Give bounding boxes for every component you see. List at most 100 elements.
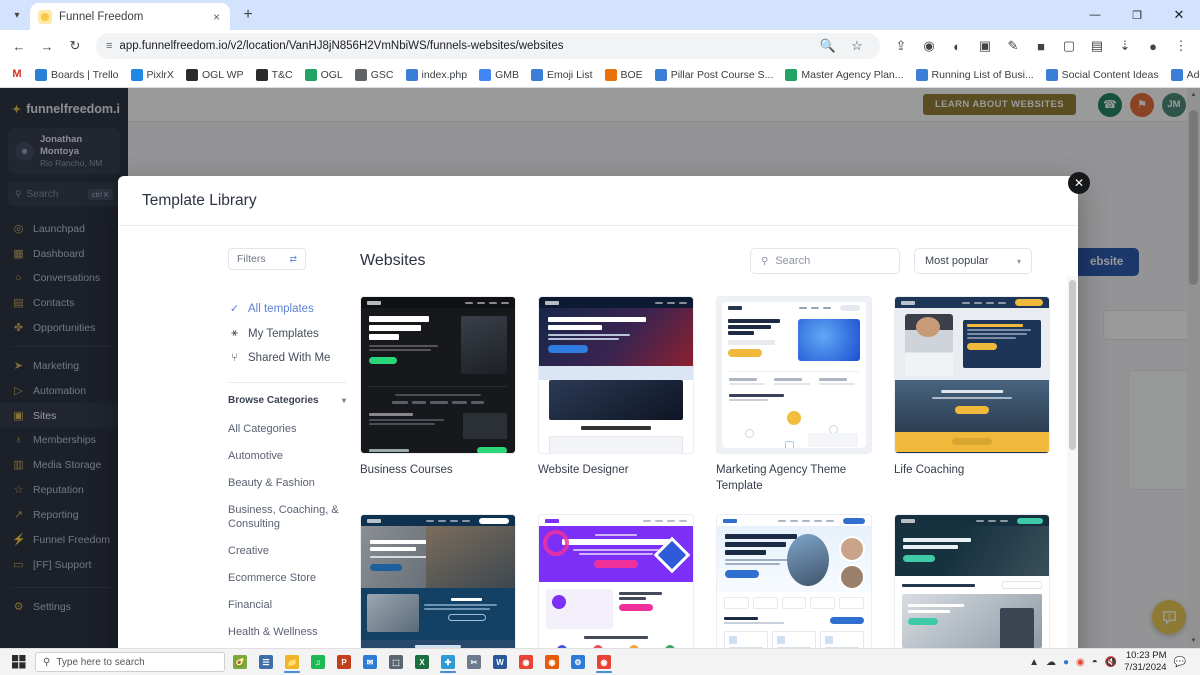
bookmark-item[interactable]: Master Agency Plan... (780, 67, 908, 83)
template-card[interactable]: Website Designer (538, 296, 694, 494)
chrome-active-icon[interactable]: ◉ (592, 651, 616, 673)
bookmark-item[interactable]: T&C (251, 67, 298, 83)
category-item[interactable]: Financial (228, 592, 360, 619)
bookmark-item[interactable]: Pillar Post Course S... (650, 67, 779, 83)
camera-icon[interactable]: ■ (1028, 33, 1054, 59)
browser-menu-icon[interactable]: ⋮ (1168, 33, 1194, 59)
modal-vertical-scrollbar[interactable] (1067, 276, 1078, 648)
template-thumbnail[interactable] (716, 296, 872, 454)
explorer-icon[interactable]: 📁 (280, 651, 304, 673)
bookmark-item[interactable]: Boards | Trello (30, 67, 124, 83)
task-view-icon[interactable]: ☰ (254, 651, 278, 673)
tab-search-chevron-icon[interactable]: ▾ (4, 2, 30, 28)
template-thumbnail[interactable] (360, 514, 516, 648)
bookmark-item[interactable]: BOE (600, 67, 648, 83)
category-item[interactable]: Beauty & Fashion (228, 470, 360, 497)
close-icon[interactable]: ✕ (1068, 172, 1090, 194)
template-card[interactable] (360, 514, 516, 648)
search-input[interactable]: ⚲ Search (750, 248, 900, 274)
window-close-button[interactable]: ✕ (1158, 0, 1200, 30)
bookmark-item[interactable]: Emoji List (526, 67, 598, 83)
library-link-all-templates[interactable]: ✓ All templates (228, 296, 360, 321)
address-bar[interactable]: ≡ app.funnelfreedom.io/v2/location/VanHJ… (96, 33, 880, 59)
puzzle-icon[interactable]: ▣ (972, 33, 998, 59)
template-thumbnail[interactable] (894, 514, 1050, 648)
plus-app-icon[interactable]: ✚ (436, 651, 460, 673)
bookmark-item[interactable]: PixlrX (126, 67, 179, 83)
template-card[interactable] (894, 514, 1050, 648)
shield-icon[interactable]: ◐ (944, 33, 970, 59)
bookmark-item[interactable]: GMB (474, 67, 524, 83)
category-item[interactable]: Ecommerce Store (228, 565, 360, 592)
template-card[interactable] (716, 514, 872, 648)
template-thumbnail[interactable] (538, 296, 694, 454)
reload-icon[interactable]: ↻ (62, 33, 88, 59)
category-item[interactable]: Automotive (228, 443, 360, 470)
pencil-icon[interactable]: ✎ (1000, 33, 1026, 59)
share-icon[interactable]: ⇪ (888, 33, 914, 59)
powerpoint-icon[interactable]: P (332, 651, 356, 673)
back-icon[interactable]: ← (6, 33, 32, 59)
library-link-shared-with-me[interactable]: ⑂ Shared With Me (228, 346, 360, 370)
chevron-up-icon[interactable]: ▲ (1029, 657, 1039, 668)
wifi-icon[interactable]: ◓ (1092, 657, 1098, 668)
zoom-icon[interactable]: 🔍 (815, 33, 841, 59)
firefox-icon[interactable]: ◉ (540, 651, 564, 673)
window-minimize-button[interactable]: — (1074, 0, 1116, 30)
settings-icon[interactable]: ⚙ (566, 651, 590, 673)
onedrive-icon[interactable]: ☁ (1046, 657, 1056, 668)
volume-mute-icon[interactable]: 🔇 (1105, 657, 1117, 668)
profile-icon[interactable]: ● (1140, 33, 1166, 59)
category-item[interactable]: Business, Coaching, & Consulting (228, 497, 360, 539)
template-card[interactable]: Marketing Agency Theme Template (716, 296, 872, 494)
bookmark-item[interactable]: OGL (300, 67, 348, 83)
filters-button[interactable]: Filters ⇄ (228, 248, 306, 270)
window-maximize-button[interactable]: ❐ (1116, 0, 1158, 30)
chrome-tray-icon[interactable]: ◉ (1076, 657, 1085, 668)
forward-icon[interactable]: → (34, 33, 60, 59)
template-card[interactable]: Life Coaching (894, 296, 1050, 494)
notification-icon[interactable]: 💬 (1174, 657, 1186, 668)
tab-close-icon[interactable]: × (211, 9, 222, 25)
new-tab-button[interactable]: + (234, 1, 262, 29)
bookmark-item[interactable]: index.php (401, 67, 473, 83)
calculator-icon[interactable]: ⬚ (384, 651, 408, 673)
category-item[interactable]: Creative (228, 538, 360, 565)
tune-icon[interactable]: ≡ (106, 40, 113, 52)
excel-icon[interactable]: X (410, 651, 434, 673)
avocado-icon[interactable]: 🥑 (228, 651, 252, 673)
browse-categories-header[interactable]: Browse Categories ▾ (228, 395, 360, 406)
template-thumbnail[interactable] (894, 296, 1050, 454)
mail-icon[interactable]: ✉ (358, 651, 382, 673)
cast-icon[interactable]: ▢ (1056, 33, 1082, 59)
browser-tab[interactable]: Funnel Freedom × (30, 3, 230, 30)
spotify-icon[interactable]: ♫ (306, 651, 330, 673)
library-link-my-templates[interactable]: ⚹ My Templates (228, 321, 360, 346)
bookmark-item[interactable]: Social Content Ideas (1041, 67, 1164, 83)
category-item[interactable]: Health & Wellness (228, 619, 360, 646)
template-card[interactable] (538, 514, 694, 648)
bookmark-item[interactable]: Add to Babylist (1166, 67, 1200, 83)
bookmark-item[interactable]: GSC (350, 67, 399, 83)
bookmark-item[interactable]: M (6, 67, 28, 83)
download-icon[interactable]: ⇣ (1112, 33, 1138, 59)
split-screen-icon[interactable]: ▤ (1084, 33, 1110, 59)
sort-dropdown[interactable]: Most popular ▾ (914, 248, 1032, 274)
windows-icon[interactable] (6, 651, 32, 673)
template-thumbnail[interactable] (538, 514, 694, 648)
taskbar-search-input[interactable]: ⚲ Type here to search (35, 652, 225, 672)
template-thumbnail[interactable] (716, 514, 872, 648)
bookmark-item[interactable]: OGL WP (181, 67, 249, 83)
bookmark-item[interactable]: Running List of Busi... (911, 67, 1039, 83)
apps-icon[interactable]: ◉ (916, 33, 942, 59)
star-icon[interactable]: ☆ (844, 33, 870, 59)
word-icon[interactable]: W (488, 651, 512, 673)
template-thumbnail[interactable] (360, 296, 516, 454)
scissors-icon[interactable]: ✂ (462, 651, 486, 673)
clock[interactable]: 10:23 PM 7/31/2024 (1124, 650, 1166, 674)
category-item[interactable]: All Categories (228, 416, 360, 443)
network-status-icon[interactable]: ● (1063, 657, 1069, 668)
modal-scrollbar-thumb[interactable] (1069, 280, 1076, 450)
template-card[interactable]: Business Courses (360, 296, 516, 494)
chrome-icon[interactable]: ◉ (514, 651, 538, 673)
